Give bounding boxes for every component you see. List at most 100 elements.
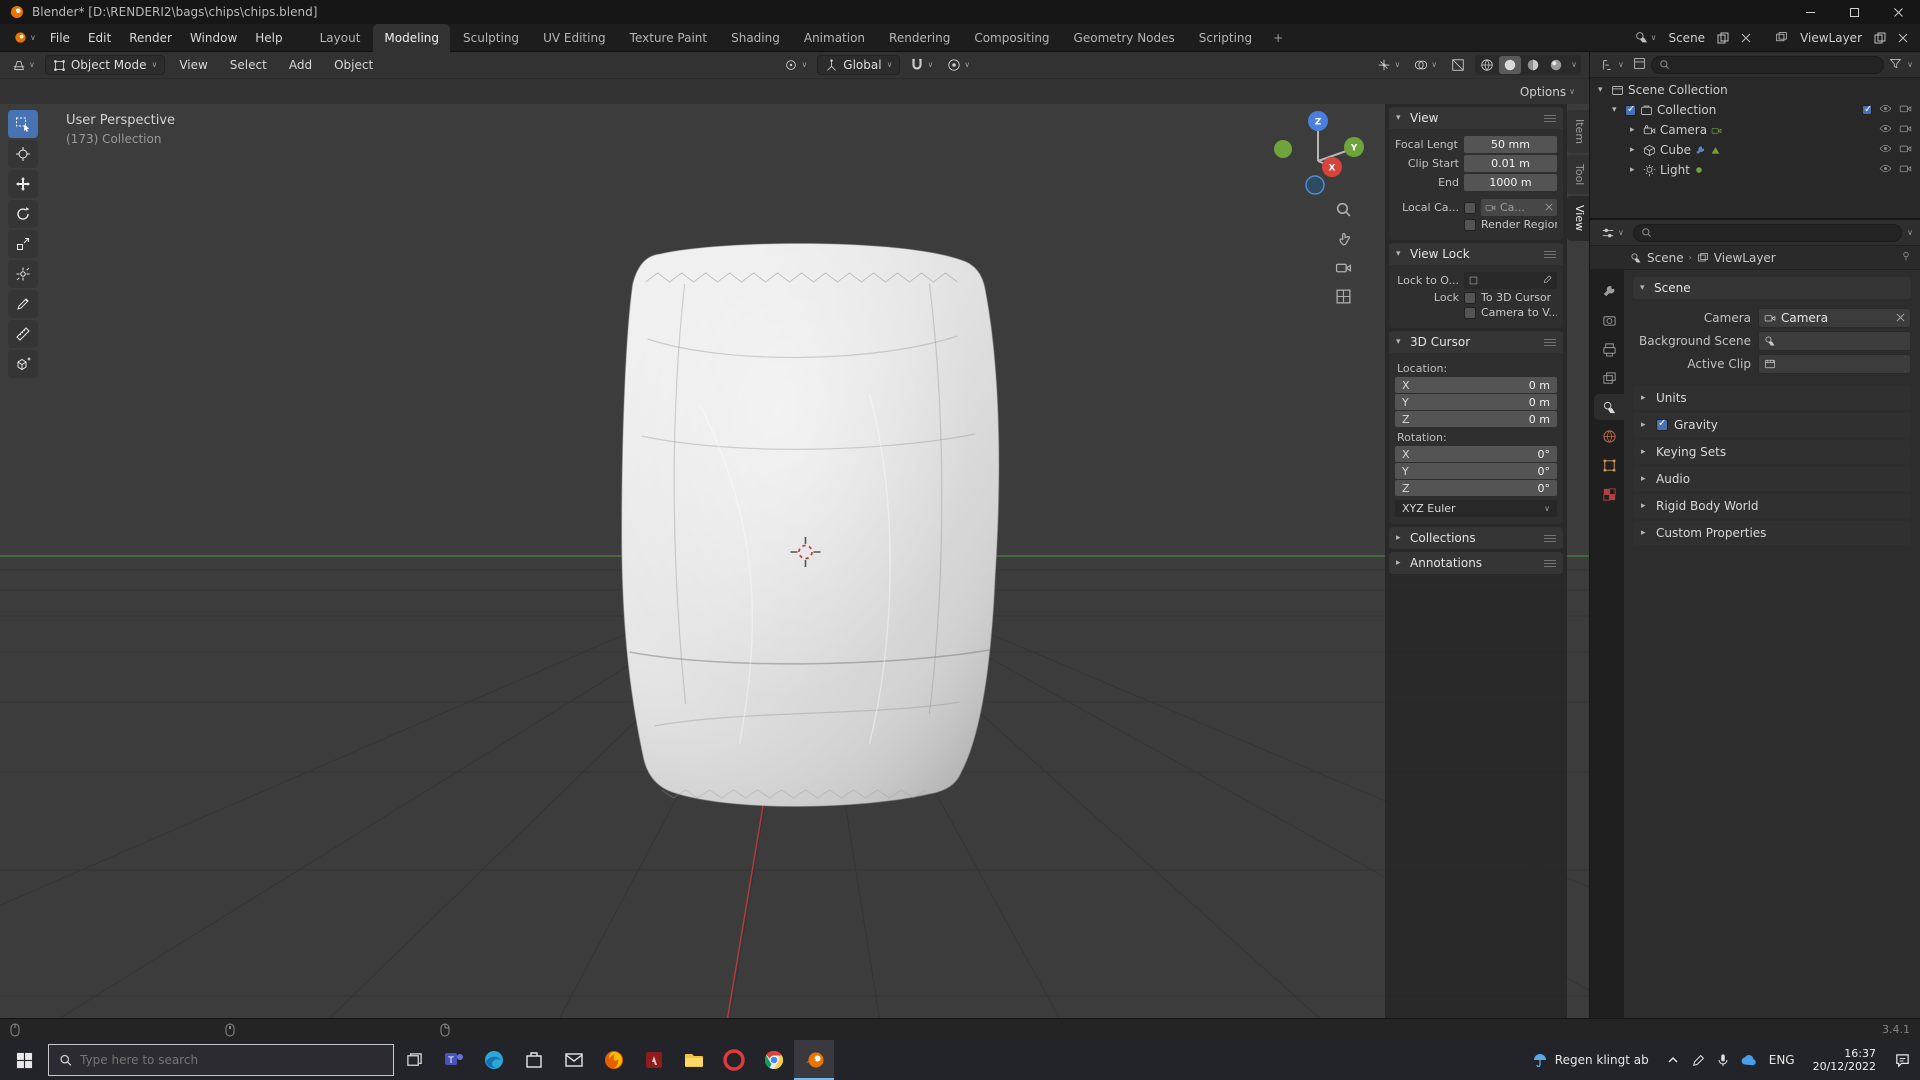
properties-tab-world[interactable] xyxy=(1594,423,1624,449)
outliner-editor-type-button[interactable]: ∨ xyxy=(1597,55,1628,75)
menu-render[interactable]: Render xyxy=(121,27,180,49)
weather-widget[interactable]: Regen klingt ab xyxy=(1523,1040,1658,1080)
gizmo-axis-y-neg[interactable] xyxy=(1274,140,1292,158)
scene-panel-header[interactable]: ▾ Scene xyxy=(1633,277,1911,299)
outliner-row-collection[interactable]: ▾ Collection xyxy=(1590,100,1920,120)
panel-3d-cursor-header[interactable]: ▾ 3D Cursor xyxy=(1389,331,1563,353)
panel-grip-icon[interactable] xyxy=(1544,339,1556,346)
filter-icon[interactable] xyxy=(1889,57,1902,73)
cursor-rotation-z-field[interactable]: Z0° xyxy=(1395,480,1557,496)
new-scene-button[interactable] xyxy=(1713,28,1733,48)
tool-cursor[interactable] xyxy=(8,140,38,168)
properties-tab-scene[interactable] xyxy=(1594,394,1624,420)
taskbar-clock[interactable]: 16:37 20/12/2022 xyxy=(1804,1047,1885,1073)
editor-type-button[interactable]: ∨ xyxy=(8,55,39,75)
workspace-tab-animation[interactable]: Animation xyxy=(793,24,876,52)
menu-edit[interactable]: Edit xyxy=(80,27,119,49)
sidebar-tab-tool[interactable]: Tool xyxy=(1567,155,1589,194)
workspace-tab-sculpting[interactable]: Sculpting xyxy=(452,24,530,52)
close-button[interactable] xyxy=(1876,0,1920,24)
shading-wireframe-button[interactable] xyxy=(1476,56,1498,74)
outliner-row-camera[interactable]: ▸ Camera xyxy=(1590,120,1920,140)
viewport-canvas[interactable]: User Perspective (173) Collection xyxy=(0,104,1589,1018)
local-camera-checkbox[interactable] xyxy=(1464,202,1476,214)
section-keying-sets[interactable]: ▸ Keying Sets xyxy=(1633,440,1911,464)
scene-selector[interactable]: Scene xyxy=(1664,31,1709,45)
panel-grip-icon[interactable] xyxy=(1544,535,1556,542)
taskbar-app-mail[interactable] xyxy=(554,1040,594,1080)
outliner-row-cube[interactable]: ▸ Cube xyxy=(1590,140,1920,160)
navigation-gizmo[interactable]: Z Y X xyxy=(1272,108,1364,200)
show-gizmo-button[interactable]: ∨ xyxy=(1373,55,1404,75)
chips-bag-object[interactable] xyxy=(622,243,999,806)
pin-icon[interactable] xyxy=(1900,250,1912,265)
taskbar-app-chrome[interactable] xyxy=(754,1040,794,1080)
panel-grip-icon[interactable] xyxy=(1544,115,1556,122)
properties-editor-type-button[interactable]: ∨ xyxy=(1597,223,1628,243)
viewport-menu-select[interactable]: Select xyxy=(222,54,275,76)
transform-pivot-button[interactable]: ∨ xyxy=(780,55,811,75)
properties-search[interactable] xyxy=(1633,224,1902,242)
section-gravity[interactable]: ▸ Gravity xyxy=(1633,413,1911,437)
properties-tab-render[interactable] xyxy=(1594,307,1624,333)
workspace-tab-geometry-nodes[interactable]: Geometry Nodes xyxy=(1063,24,1186,52)
cursor-rotation-x-field[interactable]: X0° xyxy=(1395,446,1557,462)
lock-3d-cursor-checkbox[interactable] xyxy=(1464,292,1476,304)
cursor-location-x-field[interactable]: X0 m xyxy=(1395,377,1557,393)
taskbar-app-adobe[interactable] xyxy=(634,1040,674,1080)
workspace-tab-scripting[interactable]: Scripting xyxy=(1188,24,1263,52)
hide-eye-icon[interactable] xyxy=(1879,122,1892,138)
expand-icon[interactable]: ▸ xyxy=(1630,165,1639,175)
workspace-tab-modeling[interactable]: Modeling xyxy=(373,24,450,52)
expand-icon[interactable]: ▾ xyxy=(1598,85,1607,95)
tool-add-cube[interactable] xyxy=(8,350,38,378)
panel-grip-icon[interactable] xyxy=(1544,560,1556,567)
remove-viewlayer-button[interactable] xyxy=(1894,28,1912,48)
search-input[interactable] xyxy=(80,1053,383,1067)
mode-dropdown[interactable]: Object Mode ∨ xyxy=(45,55,165,75)
camera-view-icon[interactable] xyxy=(1332,256,1354,278)
workspace-tab-layout[interactable]: Layout xyxy=(309,24,372,52)
collection-exclude-checkbox[interactable] xyxy=(1625,105,1636,116)
disable-render-icon[interactable] xyxy=(1899,142,1912,158)
hide-eye-icon[interactable] xyxy=(1879,102,1892,118)
viewport-menu-add[interactable]: Add xyxy=(281,54,320,76)
tool-select-box[interactable] xyxy=(8,110,38,138)
tool-transform[interactable] xyxy=(8,260,38,288)
tool-rotate[interactable] xyxy=(8,200,38,228)
viewport-menu-view[interactable]: View xyxy=(171,54,215,76)
taskbar-app-opera[interactable] xyxy=(714,1040,754,1080)
outliner-search[interactable] xyxy=(1651,56,1884,74)
options-dropdown[interactable]: Options ∨ xyxy=(1516,82,1579,102)
proportional-edit-button[interactable]: ∨ xyxy=(943,55,974,75)
tool-move[interactable] xyxy=(8,170,38,198)
display-mode-icon[interactable] xyxy=(1633,57,1646,73)
active-clip-field[interactable] xyxy=(1758,354,1911,374)
collection-checkbox[interactable] xyxy=(1862,105,1872,115)
viewlayer-selector[interactable]: ViewLayer xyxy=(1796,31,1866,45)
close-icon[interactable] xyxy=(1545,201,1553,214)
panel-grip-icon[interactable] xyxy=(1544,251,1556,258)
show-overlays-button[interactable]: ∨ xyxy=(1410,55,1441,75)
add-workspace-button[interactable]: + xyxy=(1265,24,1291,52)
toggle-ortho-icon[interactable] xyxy=(1332,285,1354,307)
viewport-menu-object[interactable]: Object xyxy=(326,54,381,76)
panel-view-lock-header[interactable]: ▾ View Lock xyxy=(1389,243,1563,265)
focal-length-field[interactable]: 50 mm xyxy=(1464,136,1557,153)
cursor-rotation-y-field[interactable]: Y0° xyxy=(1395,463,1557,479)
rotation-mode-dropdown[interactable]: XYZ Euler ∨ xyxy=(1395,500,1557,517)
tool-measure[interactable] xyxy=(8,320,38,348)
task-view-button[interactable] xyxy=(394,1040,434,1080)
tool-annotate[interactable] xyxy=(8,290,38,318)
lock-to-object-field[interactable] xyxy=(1464,272,1557,289)
zoom-icon[interactable] xyxy=(1332,198,1354,220)
hide-eye-icon[interactable] xyxy=(1879,142,1892,158)
gravity-checkbox[interactable] xyxy=(1656,419,1668,431)
workspace-tab-shading[interactable]: Shading xyxy=(720,24,791,52)
breadcrumb-viewlayer[interactable]: ViewLayer xyxy=(1714,251,1776,265)
section-audio[interactable]: ▸ Audio xyxy=(1633,467,1911,491)
properties-tab-tool[interactable] xyxy=(1594,278,1624,304)
disable-render-icon[interactable] xyxy=(1899,102,1912,118)
background-scene-field[interactable] xyxy=(1758,331,1911,351)
microphone-icon[interactable] xyxy=(1716,1053,1730,1067)
